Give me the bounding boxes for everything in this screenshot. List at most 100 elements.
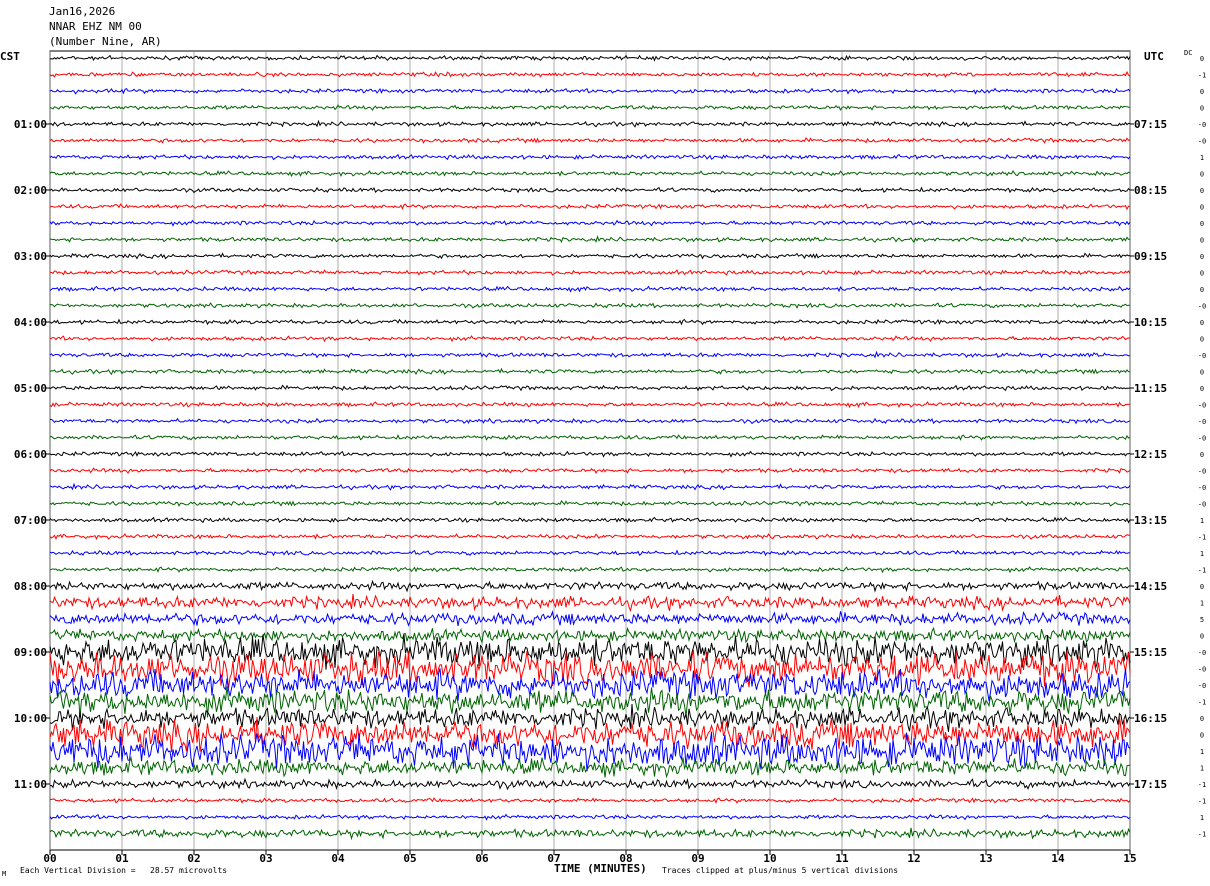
dc-offset-label: 0 bbox=[1200, 171, 1204, 179]
dc-offset-label: 0 bbox=[1200, 732, 1204, 740]
trace-line bbox=[49, 203, 1130, 211]
right-hour-label: 09:15 bbox=[1134, 250, 1167, 263]
trace-line bbox=[49, 482, 1131, 491]
trace-line bbox=[49, 566, 1131, 574]
right-hour-label: 12:15 bbox=[1134, 448, 1167, 461]
x-tick-label: 00 bbox=[43, 852, 56, 865]
dc-offset-label: -0 bbox=[1198, 352, 1206, 360]
seismogram-plot: 00 01 02 03 04 05 06 07 08 09 10 11 12 13 14 150-100-0-… bbox=[14, 50, 1206, 865]
trace-line bbox=[49, 269, 1131, 276]
dc-offset-label: 0 bbox=[1200, 451, 1204, 459]
dc-offset-label: 1 bbox=[1200, 517, 1204, 525]
trace-line bbox=[49, 626, 1131, 645]
x-tick-label: 12 bbox=[907, 852, 920, 865]
dc-offset-label: 0 bbox=[1200, 105, 1204, 113]
dc-offset-label: 0 bbox=[1200, 583, 1204, 591]
dc-offset-label: -1 bbox=[1198, 534, 1206, 542]
trace-line bbox=[49, 318, 1131, 326]
left-hour-label: 01:00 bbox=[14, 118, 47, 131]
dc-offset-label: 0 bbox=[1200, 187, 1204, 195]
x-tick-label: 06 bbox=[475, 852, 489, 865]
dc-offset-label: -0 bbox=[1198, 138, 1206, 146]
trace-line bbox=[49, 87, 1131, 95]
right-hour-label: 14:15 bbox=[1134, 580, 1167, 593]
x-tick-label: 14 bbox=[1051, 852, 1065, 865]
dc-offset-label: -0 bbox=[1198, 468, 1206, 476]
dc-offset-label: -1 bbox=[1198, 798, 1206, 806]
dc-offset-label: -1 bbox=[1198, 567, 1206, 575]
trace-line bbox=[49, 252, 1131, 260]
dc-offset-label: 0 bbox=[1200, 633, 1204, 641]
dc-offset-label: 0 bbox=[1200, 204, 1204, 212]
left-hour-label: 07:00 bbox=[14, 514, 47, 527]
dc-offset-label: 1 bbox=[1200, 154, 1204, 162]
trace-line bbox=[49, 119, 1131, 128]
dc-offset-label: 0 bbox=[1200, 369, 1204, 377]
clip-note: Traces clipped at plus/minus 5 vertical … bbox=[662, 866, 899, 875]
trace-line bbox=[49, 813, 1131, 821]
right-hour-label: 08:15 bbox=[1134, 184, 1167, 197]
trace-line bbox=[49, 499, 1131, 507]
dc-offset-label: 1 bbox=[1200, 748, 1204, 756]
x-tick-label: 09 bbox=[691, 852, 704, 865]
trace-line bbox=[49, 350, 1130, 359]
trace-line bbox=[49, 235, 1131, 244]
trace-line bbox=[49, 434, 1131, 441]
right-hour-label: 11:15 bbox=[1134, 382, 1167, 395]
trace-line bbox=[49, 302, 1131, 309]
right-hour-label: 13:15 bbox=[1134, 514, 1167, 527]
trace-line bbox=[49, 516, 1131, 524]
dc-offset-label: -0 bbox=[1198, 501, 1206, 509]
left-hour-label: 08:00 bbox=[14, 580, 47, 593]
dc-offset-label: -0 bbox=[1198, 435, 1206, 443]
trace-line bbox=[49, 367, 1131, 376]
x-tick-label: 05 bbox=[403, 852, 416, 865]
plot-frame bbox=[49, 50, 1131, 851]
trace-line bbox=[49, 579, 1131, 593]
left-hour-label: 04:00 bbox=[14, 316, 47, 329]
dc-offset-label: 0 bbox=[1200, 286, 1204, 294]
trace-line bbox=[49, 136, 1131, 144]
right-hour-label: 17:15 bbox=[1134, 778, 1167, 791]
dc-offset-label: -0 bbox=[1198, 303, 1206, 311]
trace-line bbox=[49, 417, 1131, 425]
trace-line bbox=[49, 54, 1131, 62]
trace-line bbox=[49, 594, 1131, 613]
dc-offset-label: -0 bbox=[1198, 418, 1206, 426]
trace-line bbox=[49, 634, 1131, 670]
trace-line bbox=[49, 401, 1131, 409]
x-tick-label: 04 bbox=[331, 852, 345, 865]
trace-line bbox=[49, 153, 1131, 161]
dc-offset-label: -0 bbox=[1198, 649, 1206, 657]
dc-offset-label: -0 bbox=[1198, 682, 1206, 690]
x-tick-label: 10 bbox=[763, 852, 776, 865]
x-axis-label: TIME (MINUTES) bbox=[554, 862, 647, 875]
dc-offset-label: 0 bbox=[1200, 88, 1204, 96]
left-hour-label: 03:00 bbox=[14, 250, 47, 263]
dc-offset-label: -1 bbox=[1198, 72, 1206, 80]
trace-line bbox=[49, 70, 1131, 78]
trace-line bbox=[49, 467, 1131, 474]
trace-line bbox=[49, 170, 1131, 178]
dc-offset-label: 0 bbox=[1200, 55, 1204, 63]
dc-offset-label: -0 bbox=[1198, 666, 1206, 674]
right-hour-label: 16:15 bbox=[1134, 712, 1167, 725]
dc-offset-label: -1 bbox=[1198, 699, 1206, 707]
dc-offset-label: 1 bbox=[1200, 600, 1204, 608]
left-hour-label: 10:00 bbox=[14, 712, 47, 725]
right-hour-label: 07:15 bbox=[1134, 118, 1167, 131]
trace-line bbox=[49, 285, 1131, 293]
trace-line bbox=[49, 384, 1131, 392]
dc-offset-label: 0 bbox=[1200, 715, 1204, 723]
dc-offset-label: 1 bbox=[1200, 765, 1204, 773]
trace-line bbox=[49, 450, 1131, 458]
trace-line bbox=[49, 777, 1131, 791]
trace-line bbox=[49, 186, 1131, 194]
x-tick-label: 15 bbox=[1123, 852, 1136, 865]
x-tick-label: 13 bbox=[979, 852, 992, 865]
dc-offset-label: 1 bbox=[1200, 550, 1204, 558]
x-tick-label: 03 bbox=[259, 852, 272, 865]
trace-line bbox=[49, 610, 1131, 627]
trace-line bbox=[49, 549, 1131, 557]
dc-offset-label: -1 bbox=[1198, 781, 1206, 789]
